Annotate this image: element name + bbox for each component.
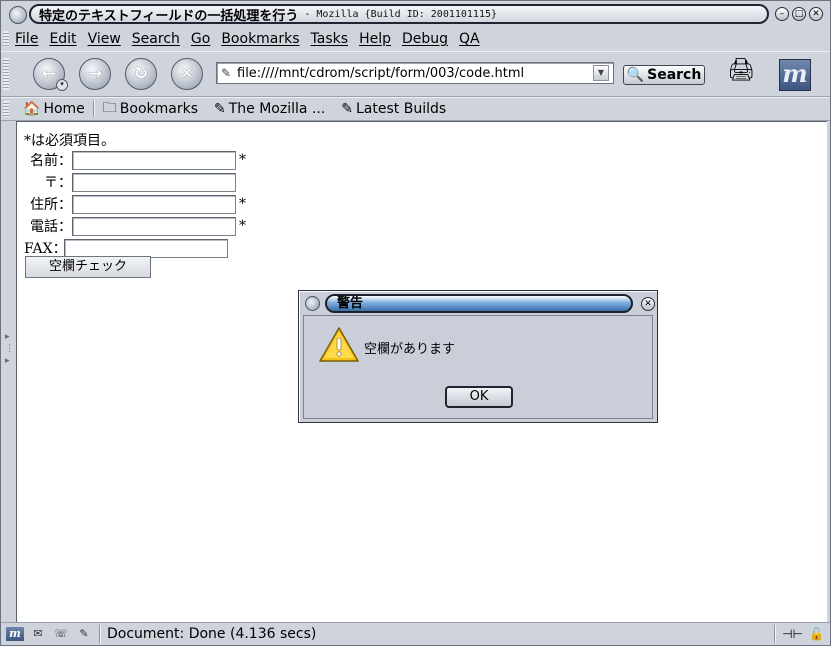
address-required-mark: *	[239, 196, 246, 212]
url-input[interactable]: file:////mnt/cdrom/script/form/003/code.…	[235, 66, 593, 81]
name-input[interactable]	[72, 150, 236, 170]
fax-row: FAX：	[24, 238, 228, 258]
dialog-title[interactable]: 警告	[325, 294, 633, 313]
fax-input[interactable]	[64, 238, 228, 258]
stop-icon: ✕	[179, 64, 195, 84]
bookmark-icon: ✎	[214, 101, 226, 117]
maximize-icon[interactable]: □	[792, 7, 806, 21]
menu-edit[interactable]: Edit	[43, 31, 81, 47]
search-icon: 🔍	[626, 67, 645, 83]
name-required-mark: *	[239, 152, 246, 168]
bookmark-home-label: Home	[43, 101, 85, 117]
phone-required-mark: *	[239, 218, 246, 234]
print-icon[interactable]: 🖨	[727, 58, 767, 88]
phone-input[interactable]	[72, 216, 236, 236]
name-label: 名前：	[30, 153, 72, 169]
address-label: 住所：	[30, 197, 72, 213]
name-row: 名前： *	[24, 150, 246, 170]
bookmark-latest-builds-label: Latest Builds	[356, 101, 447, 117]
addressbook-icon[interactable]: ☏	[52, 627, 70, 641]
menu-go[interactable]: Go	[185, 31, 215, 47]
zip-input[interactable]	[72, 172, 236, 192]
stop-button[interactable]: ✕	[171, 58, 203, 90]
page-proxy-icon[interactable]: ✎	[221, 66, 235, 80]
composer-icon[interactable]: ✎	[75, 627, 93, 641]
fax-label: FAX：	[24, 241, 67, 257]
navigation-toolbar: ← ▾ → ↻ ✕ ✎ file:////mnt/cdrom/script/fo…	[1, 51, 830, 97]
menu-tasks[interactable]: Tasks	[305, 31, 354, 47]
minimize-icon[interactable]: –	[775, 7, 789, 21]
bookmark-mozilla-label: The Mozilla ...	[228, 101, 326, 117]
warning-icon	[319, 327, 359, 362]
address-input[interactable]	[72, 194, 236, 214]
bookmark-latest-builds[interactable]: ✎ Latest Builds	[333, 101, 454, 117]
bookmark-home[interactable]: 🏠 Home	[15, 101, 93, 117]
folder-icon: 🗀	[102, 100, 117, 116]
dialog-message: 空欄があります	[364, 342, 456, 357]
title-bar: 特定のテキストフィールドの一括処理を行う - Mozilla {Build ID…	[5, 4, 828, 26]
status-bar: m ✉ ☏ ✎ Document: Done (4.136 secs) ⊣⊢ 🔓	[1, 622, 830, 645]
menu-search[interactable]: Search	[126, 31, 185, 47]
menu-debug[interactable]: Debug	[396, 31, 453, 47]
personal-toolbar-grip[interactable]	[3, 101, 9, 117]
required-note: *は必須項目。	[24, 133, 115, 149]
mail-icon[interactable]: ✉	[29, 627, 47, 641]
status-text: Document: Done (4.136 secs)	[107, 626, 317, 642]
sidebar-grip[interactable]: ▸ ⋮ ▸	[5, 331, 14, 391]
status-right-icons: ⊣⊢ 🔓	[782, 627, 824, 641]
status-separator	[774, 625, 777, 643]
close-icon[interactable]: ✕	[809, 7, 823, 21]
window-subtitle: - Mozilla {Build ID: 2001101115}	[304, 8, 498, 20]
browser-window: 特定のテキストフィールドの一括処理を行う - Mozilla {Build ID…	[0, 0, 831, 646]
security-lock-icon[interactable]: 🔓	[809, 627, 824, 641]
bookmark-icon: ✎	[341, 101, 353, 117]
forward-icon: →	[87, 64, 103, 84]
phone-row: 電話： *	[24, 216, 246, 236]
window-title-pill[interactable]: 特定のテキストフィールドの一括処理を行う - Mozilla {Build ID…	[29, 4, 769, 24]
alert-dialog: 警告 ✕ 空欄があります OK	[298, 290, 658, 423]
reload-icon: ↻	[133, 64, 149, 84]
dialog-title-bar: 警告 ✕	[303, 293, 655, 315]
dialog-menu-icon[interactable]	[305, 296, 320, 311]
address-row: 住所： *	[24, 194, 246, 214]
menubar: File Edit View Search Go Bookmarks Tasks…	[9, 29, 485, 49]
menu-file[interactable]: File	[9, 31, 43, 47]
dialog-body: 空欄があります OK	[303, 315, 653, 419]
bookmark-mozilla[interactable]: ✎ The Mozilla ...	[206, 101, 333, 117]
bookmark-folder[interactable]: 🗀 Bookmarks	[95, 97, 206, 121]
zip-label: 〒：	[44, 175, 72, 191]
check-blank-button[interactable]: 空欄チェック	[25, 256, 151, 278]
search-button-label: Search	[647, 67, 702, 83]
dialog-close-icon[interactable]: ✕	[641, 297, 655, 311]
menu-bookmarks[interactable]: Bookmarks	[215, 31, 304, 47]
status-separator	[99, 625, 101, 643]
forward-button[interactable]: →	[79, 58, 111, 90]
phone-label: 電話：	[30, 219, 72, 235]
reload-button[interactable]: ↻	[125, 58, 157, 90]
ok-button[interactable]: OK	[445, 386, 513, 408]
menu-help[interactable]: Help	[353, 31, 396, 47]
menu-qa[interactable]: QA	[453, 31, 485, 47]
search-button[interactable]: 🔍 Search	[623, 65, 705, 85]
mozilla-throbber-icon[interactable]: m	[779, 59, 811, 91]
bookmark-folder-label: Bookmarks	[119, 101, 198, 117]
online-connection-icon[interactable]: ⊣⊢	[782, 627, 803, 641]
back-dropdown-icon[interactable]: ▾	[56, 79, 68, 91]
back-icon: ←	[41, 64, 57, 84]
window-title: 特定のテキストフィールドの一括処理を行う	[39, 8, 299, 24]
window-menu-icon[interactable]	[9, 6, 27, 24]
home-icon: 🏠	[23, 101, 41, 117]
navigator-icon[interactable]: m	[6, 627, 24, 641]
url-history-dropdown-icon[interactable]: ▼	[593, 65, 609, 81]
menu-view[interactable]: View	[82, 31, 126, 47]
navbar-grip[interactable]	[3, 58, 9, 90]
zip-row: 〒：	[24, 172, 236, 192]
personal-toolbar: 🏠 Home 🗀 Bookmarks ✎ The Mozilla ... ✎ L…	[1, 97, 830, 121]
url-bar[interactable]: ✎ file:////mnt/cdrom/script/form/003/cod…	[216, 62, 614, 84]
back-button[interactable]: ← ▾	[33, 58, 68, 91]
